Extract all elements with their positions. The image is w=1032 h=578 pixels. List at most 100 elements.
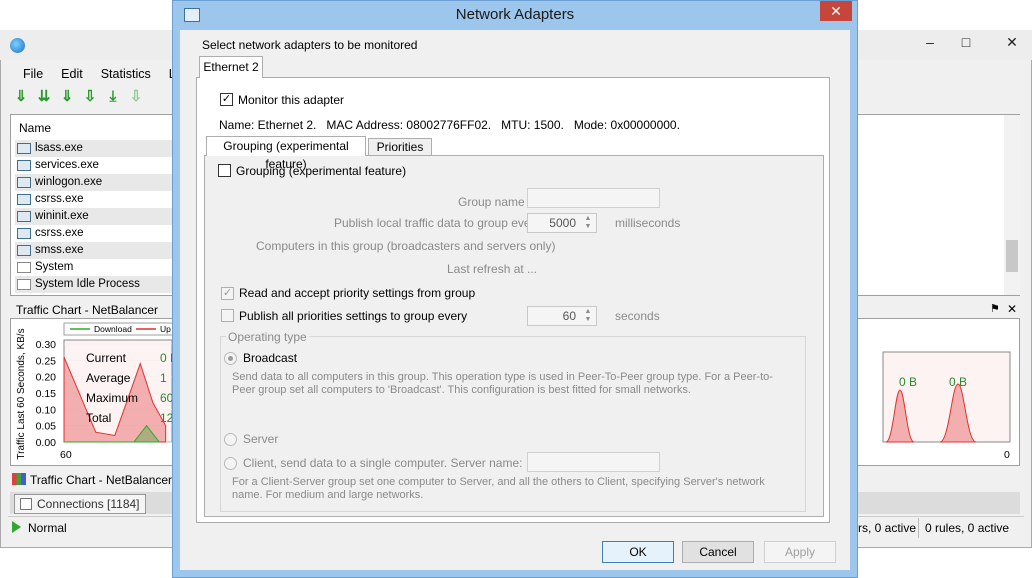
document-icon (17, 262, 31, 273)
read-priority-label: Read and accept priority settings from g… (239, 286, 476, 300)
scrollbar-thumb[interactable] (1006, 240, 1018, 272)
last-refresh-label: Last refresh at (447, 262, 524, 276)
priority-high-icon[interactable]: ⇓ (12, 88, 30, 106)
menu-file[interactable]: File (14, 64, 52, 84)
y-tick-label: 0.30 (36, 339, 57, 351)
minimize-button[interactable]: – (912, 30, 948, 56)
tab-ethernet-2[interactable]: Ethernet 2 (199, 56, 263, 78)
y-tick-label: 0.05 (36, 421, 57, 433)
read-priority-checkbox[interactable]: ✓ (221, 287, 234, 300)
y-tick-label: 0.10 (36, 404, 57, 416)
publish-priorities-checkbox[interactable] (221, 309, 234, 322)
menu-statistics[interactable]: Statistics (92, 64, 160, 84)
window-icon (17, 160, 31, 171)
adapter-info: Name: Ethernet 2. MAC Address: 08002776F… (219, 118, 680, 132)
menu-bar: File Edit Statistics La (14, 64, 192, 84)
stat-label: Average (86, 371, 131, 385)
publish-interval-stepper[interactable]: 5000 ▲ ▼ (527, 213, 597, 233)
publish-interval-unit: milliseconds (615, 216, 681, 230)
right-value-label: 0 B (899, 375, 917, 389)
list-item[interactable]: smss.exe (15, 242, 175, 259)
status-rules-1: rs, 0 active (858, 521, 917, 535)
broadcast-radio[interactable] (224, 352, 237, 365)
chart-tab[interactable]: Traffic Chart - NetBalancer (10, 470, 180, 490)
tab-priorities-file[interactable]: Priorities File (368, 138, 432, 170)
list-item[interactable]: lsass.exe (15, 140, 175, 157)
close-window-button[interactable]: ✕ (994, 30, 1030, 56)
server-name-input[interactable] (527, 452, 660, 472)
pin-icon[interactable]: ⚑ (990, 302, 1000, 315)
chart-tab-icon (12, 473, 26, 485)
publish-priorities-stepper[interactable]: 60 ▲ ▼ (527, 306, 597, 326)
last-refresh-value: ... (527, 262, 538, 276)
client-radio[interactable] (224, 457, 237, 470)
client-label: Client, send data to a single computer. … (243, 456, 523, 470)
y-tick-label: 0.15 (36, 388, 57, 400)
computers-in-group-label: Computers in this group (broadcasters an… (256, 239, 556, 253)
legend-entry: Download (94, 324, 132, 334)
monitor-adapter-checkbox[interactable]: ✓ (220, 93, 233, 106)
window-icon (17, 245, 31, 256)
connections-tab[interactable]: Connections [1184] (14, 494, 146, 514)
window-icon (17, 143, 31, 154)
select-adapters-label: Select network adapters to be monitored (202, 38, 418, 52)
group-name-label: Group name (458, 195, 525, 209)
x-tick-label: 0 (1004, 449, 1010, 461)
netbalancer-logo-icon (10, 38, 25, 53)
stat-label: Total (86, 411, 111, 425)
window-icon (17, 211, 31, 222)
broadcast-label: Broadcast (243, 351, 298, 365)
maximize-button[interactable]: □ (948, 30, 984, 56)
y-tick-label: 0.20 (36, 372, 57, 384)
priority-normal-icon[interactable]: ⇊ (35, 88, 53, 106)
list-item[interactable]: csrss.exe (15, 191, 175, 208)
menu-edit[interactable]: Edit (52, 64, 92, 84)
ok-button[interactable]: OK (602, 541, 674, 563)
list-item[interactable]: System (15, 259, 175, 276)
server-radio[interactable] (224, 433, 237, 446)
legend-entry: Up (160, 324, 171, 334)
right-value-label: 0 B (949, 375, 967, 389)
toolbar: ⇓ ⇊ ⇓ ⇩ ⤓ ⇩ (12, 88, 145, 108)
spin-arrows-icon[interactable]: ▲ ▼ (582, 308, 594, 324)
window-icon (17, 228, 31, 239)
list-item[interactable]: services.exe (15, 157, 175, 174)
list-item[interactable]: winlogon.exe (15, 174, 175, 191)
list-item[interactable]: System Idle Process (15, 276, 175, 293)
mode-icon (12, 521, 21, 533)
dialog-close-button[interactable]: ✕ (820, 1, 852, 21)
tab-grouping[interactable]: Grouping (experimental feature) (206, 136, 366, 171)
x-tick-label: 60 (60, 449, 72, 461)
stat-label: Current (86, 351, 127, 365)
grouping-checkbox-label: Grouping (experimental feature) (236, 164, 407, 178)
server-label: Server (243, 432, 279, 446)
cancel-button[interactable]: Cancel (682, 541, 754, 563)
limit-icon[interactable]: ⇩ (81, 88, 99, 106)
download-limit-icon[interactable]: ⤓ (104, 88, 122, 106)
document-icon (17, 279, 31, 290)
traffic-panel-title: Traffic Chart - NetBalancer (16, 303, 159, 317)
grouping-checkbox[interactable] (218, 164, 231, 177)
dialog-title: Network Adapters (455, 6, 575, 23)
window-icon (17, 194, 31, 205)
column-header-name[interactable]: Name (19, 121, 51, 135)
y-tick-label: 0.00 (36, 437, 57, 449)
operating-type-legend: Operating type (226, 330, 309, 344)
window-icon (17, 177, 31, 188)
list-item[interactable]: wininit.exe (15, 208, 175, 225)
stat-label: Maximum (86, 391, 138, 405)
list-item[interactable]: csrss.exe (15, 225, 175, 242)
panel-close-icon[interactable]: ✕ (1007, 302, 1017, 316)
priority-low-icon[interactable]: ⇓ (58, 88, 76, 106)
broadcast-description: Send data to all computers in this group… (232, 371, 773, 396)
group-name-input[interactable] (527, 188, 660, 208)
y-tick-label: 0.25 (36, 355, 57, 367)
apply-button[interactable]: Apply (764, 541, 836, 563)
publish-priorities-label: Publish all priorities settings to group… (239, 309, 468, 323)
spin-arrows-icon[interactable]: ▲ ▼ (582, 215, 594, 231)
status-mode[interactable]: Normal (28, 518, 67, 538)
y-axis-label: Traffic Last 60 Seconds, KB/s (16, 328, 27, 459)
allow-icon[interactable]: ⇩ (127, 88, 145, 106)
publish-interval-label: Publish local traffic data to group ever… (334, 216, 541, 230)
stat-value: 1 (160, 371, 167, 385)
